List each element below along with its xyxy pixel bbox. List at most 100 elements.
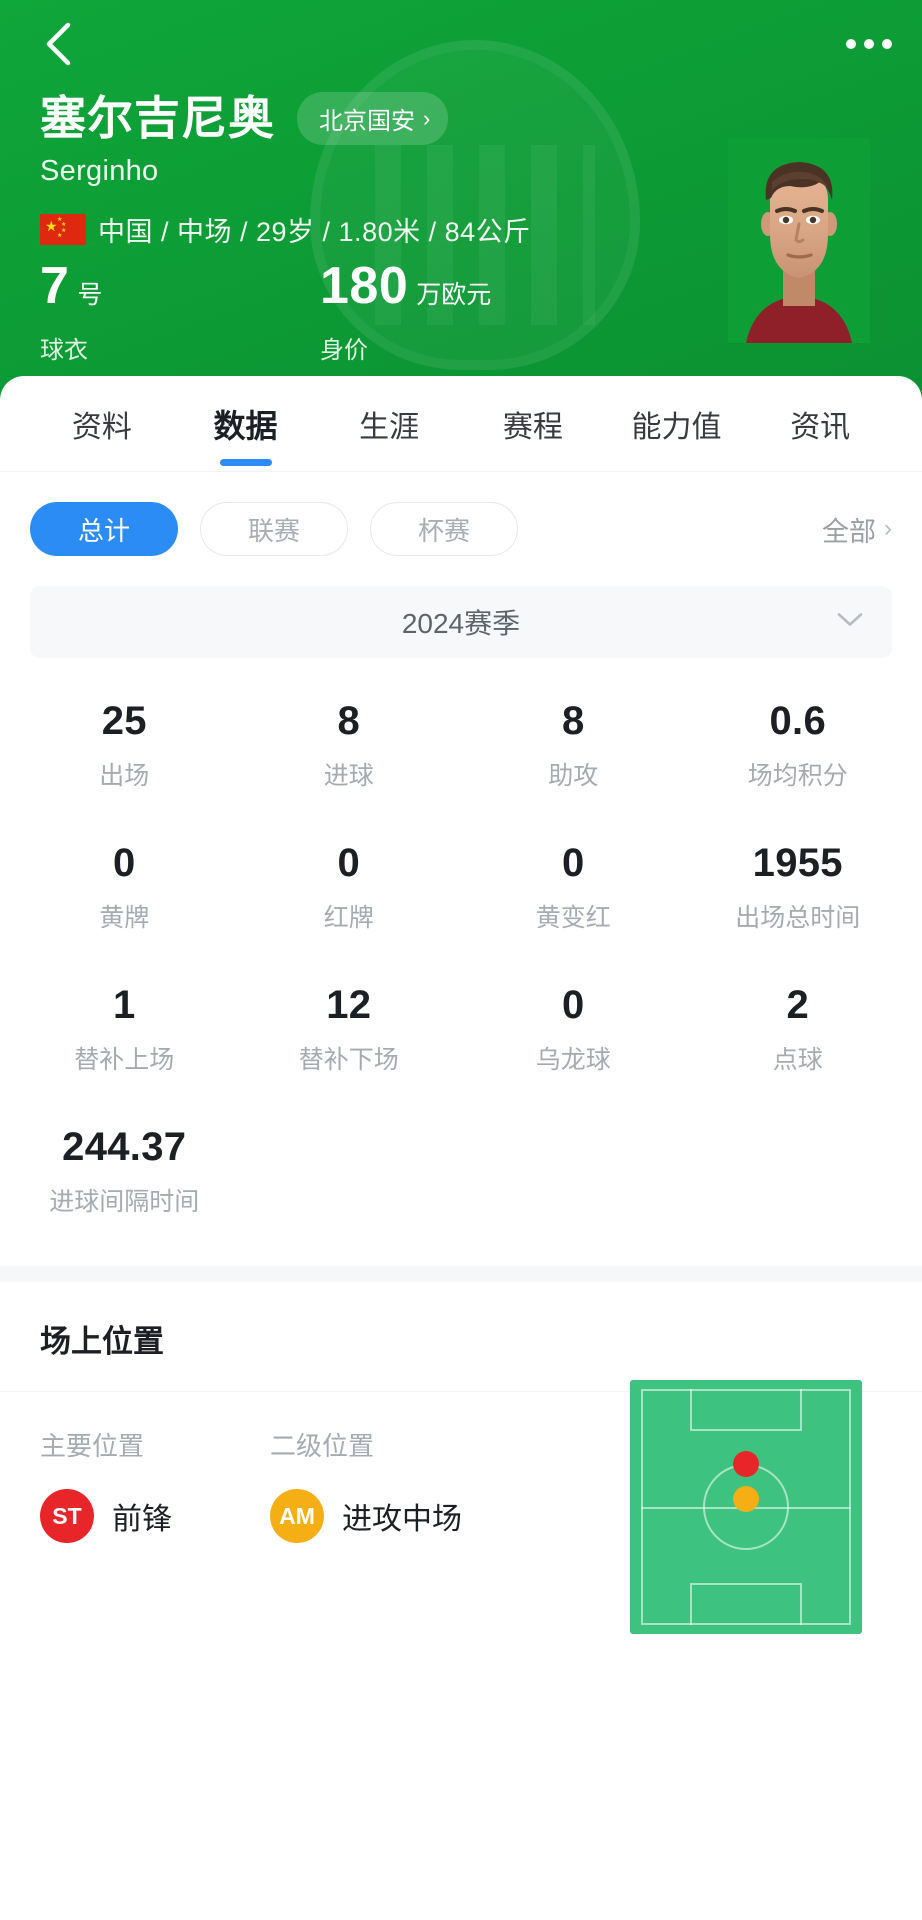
position-badge-st: ST [40, 1489, 94, 1543]
stat-label: 点球 [772, 1046, 823, 1074]
primary-position-title: 主要位置 [40, 1431, 145, 1461]
stat-label: 乌龙球 [535, 1046, 611, 1074]
stat-label: 替补下场 [298, 1046, 399, 1074]
position-content: 主要位置 ST 前锋 二级位置 AM 进攻中场 [0, 1380, 922, 1634]
china-flag-icon: ★ ★ ★ ★ ★ [40, 214, 86, 245]
stat-label: 助攻 [548, 762, 599, 790]
market-value-unit: 万欧元 [416, 281, 492, 309]
stat-cell: 2 点球 [686, 984, 911, 1076]
shirt-number-value: 7 [40, 257, 70, 315]
tab-fixtures[interactable]: 赛程 [461, 376, 605, 472]
stat-cell: 0.6 场均积分 [686, 700, 911, 792]
stat-cell: 1955 出场总时间 [686, 842, 911, 934]
filter-chip-label: 联赛 [247, 515, 300, 546]
stat-value: 0 [337, 841, 361, 885]
player-name-cn: 塞尔吉尼奥 [40, 92, 275, 145]
stat-value: 0.6 [769, 699, 826, 743]
tab-bar: 资料 数据 生涯 赛程 能力值 资讯 [0, 376, 922, 472]
stat-cell: 0 黄牌 [12, 842, 237, 934]
player-portrait [728, 138, 870, 343]
tab-profile[interactable]: 资料 [30, 376, 174, 472]
stat-label: 进球间隔时间 [49, 1188, 200, 1216]
shirt-number-unit: 号 [77, 281, 103, 309]
secondary-position-item: AM 进攻中场 [270, 1489, 500, 1543]
stat-cell: 8 助攻 [461, 700, 686, 792]
pitch-penalty-box-top [690, 1389, 802, 1431]
stat-value: 12 [326, 983, 372, 1027]
more-horizontal-icon [864, 39, 874, 49]
chevron-right-icon: › [423, 105, 431, 131]
market-value-label: 身价 [320, 337, 368, 364]
stat-value: 0 [561, 841, 585, 885]
chevron-down-icon [836, 611, 864, 634]
stat-cell: 244.37 进球间隔时间 [12, 1126, 237, 1218]
position-badge-code: ST [52, 1502, 82, 1529]
stat-value: 1 [112, 983, 136, 1027]
position-badge-code: AM [279, 1502, 315, 1529]
primary-position-name: 前锋 [112, 1503, 172, 1536]
stat-value: 244.37 [62, 1125, 187, 1169]
season-stats-grid: 25 出场 8 进球 8 助攻 0.6 场均积分 0 黄牌 0 红牌 0 黄变红… [0, 700, 922, 1218]
market-value-amount: 180 [320, 257, 409, 315]
filter-chip-league[interactable]: 联赛 [200, 502, 348, 556]
stat-label: 替补上场 [74, 1046, 175, 1074]
stat-cell: 0 红牌 [237, 842, 462, 934]
secondary-position-title: 二级位置 [270, 1431, 375, 1461]
stat-value: 25 [101, 699, 147, 743]
chevron-left-icon [46, 22, 71, 66]
secondary-position-column: 二级位置 AM 进攻中场 [270, 1426, 500, 1543]
more-horizontal-icon [882, 39, 892, 49]
tab-stats[interactable]: 数据 [174, 376, 318, 472]
player-meta-row: ★ ★ ★ ★ ★ 中国 / 中场 / 29岁 / 1.80米 / 84公斤 [40, 210, 740, 249]
player-name-row: 塞尔吉尼奥 北京国安 › [40, 92, 740, 145]
pitch-marker-st [733, 1450, 759, 1477]
stat-value: 8 [337, 699, 361, 743]
tab-label: 生涯 [359, 410, 420, 444]
position-section-title: 场上位置 [40, 1324, 164, 1359]
team-chip[interactable]: 北京国安 › [297, 92, 449, 145]
pitch-penalty-box-bottom [690, 1583, 802, 1625]
filter-chip-label: 杯赛 [417, 515, 470, 546]
shirt-number-kpi: 7 号 球衣 [40, 260, 320, 365]
stat-cell: 0 黄变红 [461, 842, 686, 934]
view-all-link[interactable]: 全部 › [822, 510, 892, 549]
stat-label: 出场 [99, 762, 150, 790]
stat-value: 2 [786, 983, 810, 1027]
stat-value: 1955 [752, 841, 843, 885]
filter-chip-cup[interactable]: 杯赛 [370, 502, 518, 556]
primary-position-item: ST 前锋 [40, 1489, 270, 1543]
more-options-button[interactable] [822, 16, 892, 72]
stat-label: 场均积分 [747, 762, 848, 790]
filter-chip-label: 总计 [77, 515, 130, 546]
season-label: 2024赛季 [401, 608, 521, 639]
primary-position-column: 主要位置 ST 前锋 [40, 1426, 270, 1543]
tab-career[interactable]: 生涯 [317, 376, 461, 472]
market-value-kpi: 180 万欧元 身价 [320, 260, 600, 365]
stat-label: 黄牌 [99, 904, 150, 932]
player-profile-screen: 塞尔吉尼奥 北京国安 › Serginho ★ ★ ★ ★ ★ 中国 / 中场 … [0, 0, 922, 1920]
tab-news[interactable]: 资讯 [748, 376, 892, 472]
stat-value: 8 [561, 699, 585, 743]
player-identity-block: 塞尔吉尼奥 北京国安 › Serginho ★ ★ ★ ★ ★ 中国 / 中场 … [40, 92, 740, 249]
stat-cell: 25 出场 [12, 700, 237, 792]
stat-label: 出场总时间 [735, 904, 861, 932]
pitch-diagram [630, 1380, 862, 1634]
competition-filter-row: 总计 联赛 杯赛 全部 › [0, 472, 922, 556]
back-button[interactable] [30, 16, 86, 72]
secondary-position-name: 进攻中场 [342, 1503, 462, 1536]
stat-value: 0 [561, 983, 585, 1027]
content-sheet: 资料 数据 生涯 赛程 能力值 资讯 总计 联赛 杯赛 全部 › 2024赛季 … [0, 376, 922, 1920]
player-name-en: Serginho [40, 155, 159, 187]
season-selector[interactable]: 2024赛季 [30, 586, 892, 658]
tab-ratings[interactable]: 能力值 [605, 376, 749, 472]
tab-label: 数据 [213, 407, 278, 444]
shirt-number-label: 球衣 [40, 337, 88, 364]
stat-label: 红牌 [323, 904, 374, 932]
tab-label: 赛程 [502, 410, 563, 444]
more-horizontal-icon [846, 39, 856, 49]
player-kpi-row: 7 号 球衣 180 万欧元 身价 [40, 260, 600, 365]
stat-cell: 0 乌龙球 [461, 984, 686, 1076]
tab-label: 资讯 [790, 410, 851, 444]
filter-chip-total[interactable]: 总计 [30, 502, 178, 556]
stat-value: 0 [112, 841, 136, 885]
